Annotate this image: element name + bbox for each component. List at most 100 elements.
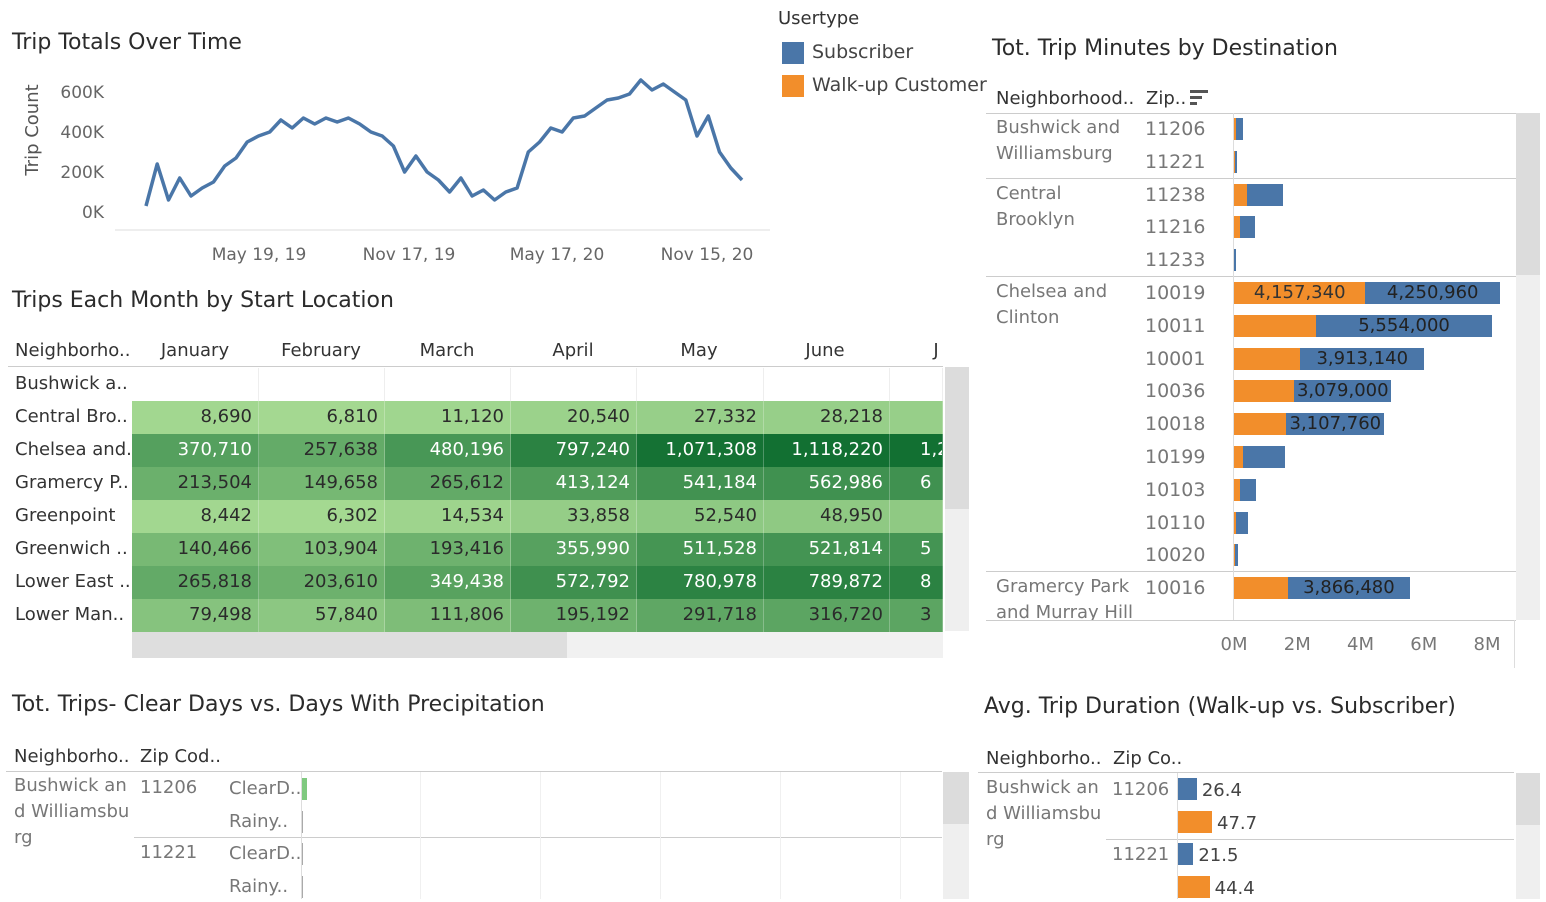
- heatmap-cell[interactable]: 6: [890, 467, 943, 500]
- heatmap-cell[interactable]: 355,990: [511, 533, 637, 566]
- bar-walkup[interactable]: [1234, 348, 1300, 370]
- bar-walkup[interactable]: [1234, 282, 1365, 304]
- line-series[interactable]: [146, 80, 742, 206]
- heatmap-cell[interactable]: 480,196: [385, 434, 511, 467]
- bar-walkup[interactable]: [1234, 216, 1240, 238]
- heatmap-cell[interactable]: 28,218: [764, 401, 890, 434]
- precip-row-label[interactable]: Rainy..: [229, 874, 288, 900]
- heatmap-row-label[interactable]: Bushwick a..: [15, 368, 128, 400]
- bar-subscriber[interactable]: [1235, 151, 1237, 173]
- heatmap-row-header[interactable]: Neighborho..: [15, 340, 130, 361]
- precip-row-label[interactable]: Rainy..: [229, 809, 288, 835]
- sort-icon[interactable]: [1190, 90, 1208, 105]
- heatmap-cell[interactable]: 195,192: [511, 599, 637, 632]
- bar-subscriber[interactable]: [1235, 544, 1238, 566]
- duration-header-zip[interactable]: Zip Co..: [1113, 748, 1182, 769]
- bar-walkup[interactable]: [1234, 446, 1243, 468]
- heatmap-month-header[interactable]: April: [513, 340, 633, 361]
- heatmap-cell[interactable]: 541,184: [637, 467, 764, 500]
- bar-walkup[interactable]: [1234, 544, 1235, 566]
- heatmap-cell[interactable]: [890, 500, 943, 533]
- heatmap-cell[interactable]: 562,986: [764, 467, 890, 500]
- dest-zip-label[interactable]: 10018: [1145, 411, 1205, 437]
- precip-bar[interactable]: [302, 778, 307, 800]
- dest-zip-label[interactable]: 11238: [1145, 182, 1205, 208]
- bar-subscriber[interactable]: [1243, 446, 1284, 468]
- legend-label-subscriber[interactable]: Subscriber: [812, 41, 913, 63]
- heatmap-cell[interactable]: 780,978: [637, 566, 764, 599]
- duration-vscroll-thumb[interactable]: [1516, 773, 1540, 825]
- heatmap-cell[interactable]: 3: [890, 599, 943, 632]
- heatmap-row-label[interactable]: Greenwich ..: [15, 533, 128, 565]
- heatmap-cell[interactable]: 33,858: [511, 500, 637, 533]
- bar-walkup[interactable]: [1234, 315, 1316, 337]
- dest-zip-label[interactable]: 10036: [1145, 378, 1205, 404]
- dest-zip-label[interactable]: 10020: [1145, 542, 1205, 568]
- heatmap-month-header[interactable]: June: [765, 340, 885, 361]
- heatmap-cell[interactable]: [890, 401, 943, 434]
- heatmap-cell[interactable]: 20,540: [511, 401, 637, 434]
- bar-walkup[interactable]: [1234, 380, 1294, 402]
- precip-zip-label[interactable]: 11221: [140, 840, 197, 866]
- duration-bar[interactable]: [1178, 843, 1193, 865]
- precip-vscrollbar[interactable]: [943, 772, 969, 899]
- dest-zip-label[interactable]: 11233: [1145, 247, 1205, 273]
- heatmap-cell[interactable]: 213,504: [132, 467, 259, 500]
- heatmap-cell[interactable]: 6,302: [259, 500, 385, 533]
- heatmap-cell[interactable]: 111,806: [385, 599, 511, 632]
- precip-vscroll-thumb[interactable]: [943, 772, 969, 824]
- heatmap-month-header[interactable]: May: [639, 340, 759, 361]
- heatmap-row-label[interactable]: Central Bro..: [15, 401, 128, 433]
- bar-walkup[interactable]: [1234, 151, 1235, 173]
- dest-zip-label[interactable]: 10011: [1145, 313, 1205, 339]
- heatmap-cell[interactable]: 257,638: [259, 434, 385, 467]
- heatmap-row-label[interactable]: Greenpoint: [15, 500, 115, 532]
- heatmap-cell[interactable]: [890, 368, 943, 401]
- bar-walkup[interactable]: [1234, 577, 1288, 599]
- bar-walkup[interactable]: [1234, 118, 1236, 140]
- precip-bar[interactable]: [302, 876, 303, 898]
- heatmap-row-label[interactable]: Chelsea and..: [15, 434, 138, 466]
- legend-swatch-walkup[interactable]: [782, 75, 804, 97]
- heatmap-vscroll-thumb[interactable]: [945, 367, 969, 509]
- bar-subscriber[interactable]: [1236, 118, 1244, 140]
- duration-bar[interactable]: [1178, 778, 1197, 800]
- dest-vscroll-thumb[interactable]: [1516, 113, 1540, 275]
- heatmap-cell[interactable]: 1,071,308: [637, 434, 764, 467]
- duration-header-neighborhood[interactable]: Neighborho..: [986, 748, 1101, 769]
- dest-zip-label[interactable]: 10016: [1145, 575, 1205, 601]
- heatmap-hscroll-thumb[interactable]: [132, 632, 567, 658]
- bar-subscriber[interactable]: [1316, 315, 1492, 337]
- legend-swatch-subscriber[interactable]: [782, 42, 804, 64]
- legend-label-walkup[interactable]: Walk-up Customer: [812, 74, 987, 96]
- precip-header-neighborhood[interactable]: Neighborho..: [14, 746, 129, 767]
- heatmap-cell[interactable]: 14,534: [385, 500, 511, 533]
- heatmap-row-label[interactable]: Gramercy P..: [15, 467, 129, 499]
- dest-zip-label[interactable]: 10199: [1145, 444, 1205, 470]
- duration-zip-label[interactable]: 11206: [1112, 777, 1169, 803]
- duration-vscrollbar[interactable]: [1516, 773, 1540, 899]
- duration-zip-label[interactable]: 11221: [1112, 842, 1169, 868]
- precip-row-label[interactable]: ClearD..: [229, 776, 301, 802]
- bar-walkup[interactable]: [1234, 184, 1247, 206]
- heatmap-cell[interactable]: 203,610: [259, 566, 385, 599]
- heatmap-cell[interactable]: 27,332: [637, 401, 764, 434]
- heatmap-cell[interactable]: 8: [890, 566, 943, 599]
- heatmap-cell[interactable]: 1,118,220: [764, 434, 890, 467]
- bar-subscriber[interactable]: [1247, 184, 1283, 206]
- bar-subscriber[interactable]: [1286, 413, 1384, 435]
- heatmap-month-header[interactable]: March: [387, 340, 507, 361]
- heatmap-cell[interactable]: 8,690: [132, 401, 259, 434]
- dest-zip-label[interactable]: 10110: [1145, 510, 1205, 536]
- dest-header-neighborhood[interactable]: Neighborhood..: [996, 88, 1134, 109]
- bar-subscriber[interactable]: [1288, 577, 1410, 599]
- dest-header-zip[interactable]: Zip..: [1146, 88, 1186, 109]
- heatmap-hscrollbar[interactable]: [132, 632, 943, 658]
- heatmap-cell[interactable]: 291,718: [637, 599, 764, 632]
- heatmap-cell[interactable]: 103,904: [259, 533, 385, 566]
- duration-bar[interactable]: [1178, 876, 1210, 898]
- heatmap-cell[interactable]: 265,818: [132, 566, 259, 599]
- heatmap-cell[interactable]: 52,540: [637, 500, 764, 533]
- heatmap-row-label[interactable]: Lower East ..: [15, 566, 131, 598]
- heatmap-cell[interactable]: 149,658: [259, 467, 385, 500]
